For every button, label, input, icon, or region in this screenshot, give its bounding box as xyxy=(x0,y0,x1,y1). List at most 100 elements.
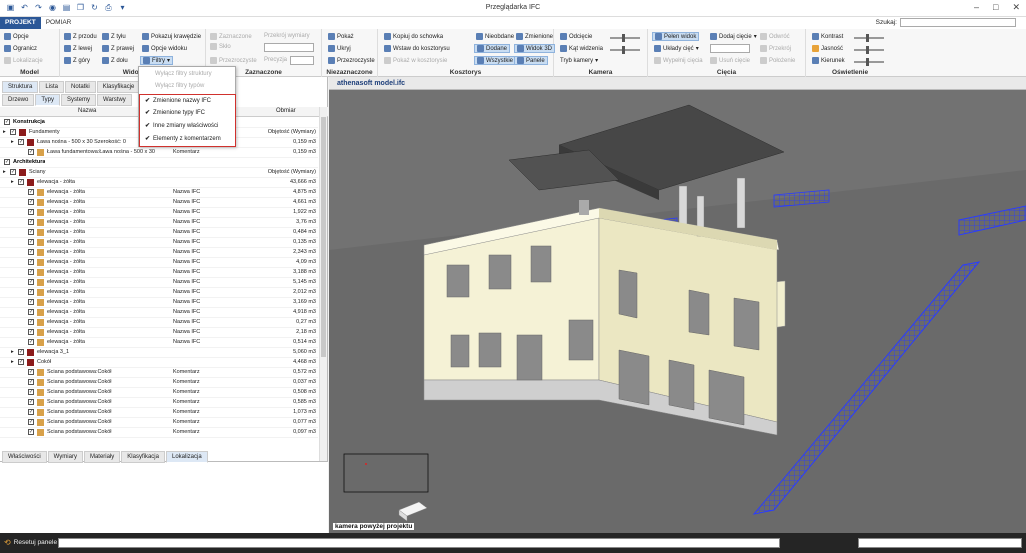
row-checkbox[interactable]: ✓ xyxy=(28,259,34,265)
row-checkbox[interactable]: ✓ xyxy=(28,269,34,275)
minimize-icon[interactable]: – xyxy=(974,2,979,13)
filters-button[interactable]: Filtry ▾ xyxy=(140,56,174,65)
table-row[interactable]: ✓ elewacja - żółta Nazwa IFC 2,18 m3 xyxy=(0,328,318,338)
row-checkbox[interactable]: ✓ xyxy=(4,119,10,125)
transparent-button[interactable]: Przezroczyste xyxy=(328,57,375,64)
table-row[interactable]: ✓ Ściana podstawowa:Cokół Komentarz 0,508 m… xyxy=(0,388,318,398)
all-button[interactable]: Wszystkie xyxy=(474,56,516,65)
table-row[interactable]: ✓ elewacja - żółta Nazwa IFC 0,135 m3 xyxy=(0,238,318,248)
fov-button[interactable]: Kąt widzenia xyxy=(560,45,603,52)
left-view-button[interactable]: Z lewej xyxy=(64,45,92,52)
table-row[interactable]: ✓ Ława fundamentowa:Ława nośna - 500 x 30… xyxy=(0,148,318,158)
fov-slider[interactable] xyxy=(610,46,640,54)
clipping-slider[interactable] xyxy=(610,34,640,42)
row-checkbox[interactable]: ✓ xyxy=(28,239,34,245)
row-checkbox[interactable]: ✓ xyxy=(18,139,24,145)
row-checkbox[interactable]: ✓ xyxy=(28,309,34,315)
precision-select[interactable] xyxy=(290,56,314,65)
row-checkbox[interactable]: ✓ xyxy=(28,199,34,205)
table-row[interactable]: ✓ elewacja - żółta Nazwa IFC 0,514 m3 xyxy=(0,338,318,348)
tab-drzewo[interactable]: Drzewo xyxy=(2,94,35,106)
contrast-slider[interactable] xyxy=(854,34,884,42)
transparent-selected-button[interactable]: Przezroczyste xyxy=(210,57,257,64)
status-field[interactable] xyxy=(858,538,1022,548)
row-checkbox[interactable]: ✓ xyxy=(28,399,34,405)
tab-wymiary[interactable]: Wymiary xyxy=(47,451,83,463)
cut-layouts-button[interactable]: Układy cięć ▾ xyxy=(654,45,699,52)
tab-pomiar[interactable]: POMIAR xyxy=(41,17,77,29)
tab-klasyfikacja[interactable]: Klasyfikacja xyxy=(121,451,165,463)
table-row[interactable]: ✓ Ściana podstawowa:Cokół Komentarz 0,077 m… xyxy=(0,418,318,428)
view-3d-button[interactable]: Widok 3D xyxy=(514,44,556,53)
show-button[interactable]: Pokaż xyxy=(328,33,354,40)
section-dims-select[interactable] xyxy=(264,43,314,52)
expand-toggle-icon[interactable]: ▸ xyxy=(11,139,14,145)
table-row[interactable]: ▸ ✓ Ściany Objętość (Wymiary) xyxy=(0,168,318,178)
fill-cuts-button[interactable]: Wypełnij cięcia xyxy=(654,57,703,64)
status-input[interactable] xyxy=(58,538,780,548)
row-checkbox[interactable]: ✓ xyxy=(28,339,34,345)
table-row[interactable]: ✓ Ściana podstawowa:Cokół Komentarz 0,097 m… xyxy=(0,428,318,438)
column-header-measure[interactable]: Obmiar xyxy=(276,108,296,114)
row-checkbox[interactable]: ✓ xyxy=(18,349,24,355)
tab-materialy[interactable]: Materiały xyxy=(83,451,121,463)
expand-toggle-icon[interactable]: ▸ xyxy=(3,169,6,175)
tab-lokalizacja[interactable]: Lokalizacja xyxy=(165,451,208,463)
table-row[interactable]: ✓ elewacja - żółta Nazwa IFC 4,875 m3 xyxy=(0,188,318,198)
expand-toggle-icon[interactable]: ▸ xyxy=(3,129,6,135)
expand-toggle-icon[interactable]: ▸ xyxy=(11,349,14,355)
close-icon[interactable]: ✕ xyxy=(1012,2,1020,13)
row-checkbox[interactable]: ✓ xyxy=(28,429,34,435)
table-row[interactable]: ✓ elewacja - żółta Nazwa IFC 3,188 m3 xyxy=(0,268,318,278)
hide-button[interactable]: Ukryj xyxy=(328,45,351,52)
locations-button[interactable]: Lokalizacje xyxy=(4,57,43,64)
camera-mode-button[interactable]: Tryb kamery ▾ xyxy=(560,57,598,65)
remove-cut-button[interactable]: Usuń cięcie xyxy=(710,57,750,64)
insert-estimate-button[interactable]: Wstaw do kosztorysu xyxy=(384,45,450,52)
row-checkbox[interactable]: ✓ xyxy=(10,169,16,175)
table-row[interactable]: ✓ elewacja - żółta Nazwa IFC 4,661 m3 xyxy=(0,198,318,208)
table-row[interactable]: ✓ Ściana podstawowa:Cokół Komentarz 0,585 m… xyxy=(0,398,318,408)
back-view-button[interactable]: Z tyłu xyxy=(102,33,126,40)
reverse-button[interactable]: Odwróć xyxy=(760,33,790,40)
tab-typy[interactable]: Typy xyxy=(35,94,61,106)
top-view-button[interactable]: Z góry xyxy=(64,57,90,64)
position-button[interactable]: Położenie xyxy=(760,57,795,64)
row-checkbox[interactable]: ✓ xyxy=(28,299,34,305)
menu-disable-type-filters[interactable]: Wyłącz filtry typów xyxy=(155,83,204,89)
table-row[interactable]: ✓ elewacja - żółta Nazwa IFC 3,169 m3 xyxy=(0,298,318,308)
row-checkbox[interactable]: ✓ xyxy=(28,219,34,225)
expand-toggle-icon[interactable]: ▸ xyxy=(11,359,14,365)
table-row[interactable]: ✓ Ściana podstawowa:Cokół Komentarz 0,037 m… xyxy=(0,378,318,388)
search-input[interactable] xyxy=(900,18,1016,27)
table-row[interactable]: ✓ elewacja - żółta Nazwa IFC 5,145 m3 xyxy=(0,278,318,288)
table-row[interactable]: ▸ ✓ Cokół 4,468 m3 xyxy=(0,358,318,368)
row-checkbox[interactable]: ✓ xyxy=(28,149,34,155)
table-row[interactable]: ✓ Ściana podstawowa:Cokół Komentarz 0,572 m… xyxy=(0,368,318,378)
front-view-button[interactable]: Z przodu xyxy=(64,33,97,40)
table-row[interactable]: ✓ elewacja - żółta Nazwa IFC 1,922 m3 xyxy=(0,208,318,218)
cut-select[interactable] xyxy=(710,44,750,53)
table-row[interactable]: ✓ elewacja - żółta Nazwa IFC 3,76 m3 xyxy=(0,218,318,228)
row-checkbox[interactable]: ✓ xyxy=(18,179,24,185)
row-checkbox[interactable]: ✓ xyxy=(28,329,34,335)
options-button[interactable]: Opcje xyxy=(4,33,29,40)
tab-systemy[interactable]: Systemy xyxy=(61,94,97,106)
row-checkbox[interactable]: ✓ xyxy=(28,289,34,295)
row-checkbox[interactable]: ✓ xyxy=(18,359,24,365)
expand-toggle-icon[interactable]: ▸ xyxy=(11,179,14,185)
table-row[interactable]: ✓ elewacja - żółta Nazwa IFC 2,343 m3 xyxy=(0,248,318,258)
brightness-slider[interactable] xyxy=(854,46,884,54)
row-checkbox[interactable]: ✓ xyxy=(28,189,34,195)
row-checkbox[interactable]: ✓ xyxy=(28,379,34,385)
row-checkbox[interactable]: ✓ xyxy=(28,389,34,395)
row-checkbox[interactable]: ✓ xyxy=(28,419,34,425)
tab-warstwy[interactable]: Warstwy xyxy=(97,94,132,106)
panels-button[interactable]: Panele xyxy=(514,56,548,65)
table-row[interactable]: ✓ elewacja - żółta Nazwa IFC 4,918 m3 xyxy=(0,308,318,318)
row-checkbox[interactable]: ✓ xyxy=(28,319,34,325)
not-added-button[interactable]: Nieobdane xyxy=(476,33,514,40)
direction-slider[interactable] xyxy=(854,58,884,66)
tab-wlasciwosci[interactable]: Właściwości xyxy=(2,451,47,463)
table-row[interactable]: ✓ elewacja - żółta Nazwa IFC 0,27 m3 xyxy=(0,318,318,328)
